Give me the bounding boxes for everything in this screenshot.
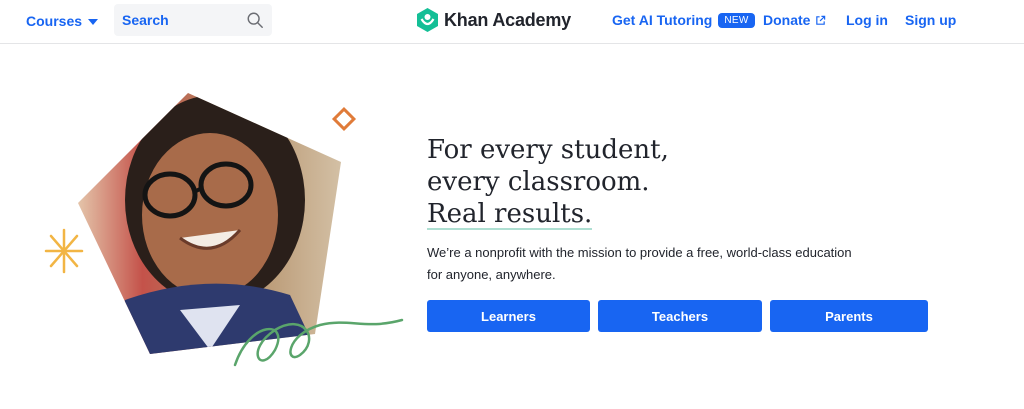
chevron-down-icon: [88, 19, 99, 25]
headline-line-2: every classroom.: [427, 167, 650, 197]
diamond-doodle: [331, 106, 357, 132]
donate-link[interactable]: Donate: [763, 10, 826, 30]
courses-menu-button[interactable]: Courses: [26, 11, 99, 31]
donate-label: Donate: [763, 12, 811, 28]
starburst-doodle: [44, 228, 84, 274]
hero-student-illustration: [44, 93, 404, 367]
search-input[interactable]: Search: [114, 4, 272, 36]
search-label: Search: [122, 12, 169, 28]
get-ai-tutoring-link[interactable]: Get AI Tutoring NEW: [612, 10, 755, 30]
login-label: Log in: [846, 12, 888, 28]
search-icon: [247, 12, 263, 28]
headline-line-1: For every student,: [427, 135, 669, 165]
new-badge: NEW: [718, 12, 755, 28]
hero-headline: For every student, every classroom. Real…: [427, 134, 669, 230]
parents-button[interactable]: Parents: [770, 300, 928, 332]
external-link-icon: [816, 15, 826, 25]
top-navigation: Courses Search Khan Academy Get AI Tutor…: [0, 0, 1024, 44]
learners-button[interactable]: Learners: [427, 300, 590, 332]
student-photo: [78, 93, 341, 354]
signup-link[interactable]: Sign up: [905, 10, 956, 30]
khan-academy-logo[interactable]: Khan Academy: [417, 8, 571, 32]
teachers-button[interactable]: Teachers: [598, 300, 762, 332]
ai-tutoring-label: Get AI Tutoring: [612, 12, 713, 28]
signup-label: Sign up: [905, 12, 957, 28]
mission-text: We’re a nonprofit with the mission to pr…: [427, 245, 852, 282]
logo-text: Khan Academy: [444, 9, 571, 30]
headline-line-3: Real results.: [427, 199, 593, 230]
courses-label: Courses: [26, 13, 83, 29]
khan-logo-icon: [417, 8, 438, 32]
login-link[interactable]: Log in: [846, 10, 888, 30]
